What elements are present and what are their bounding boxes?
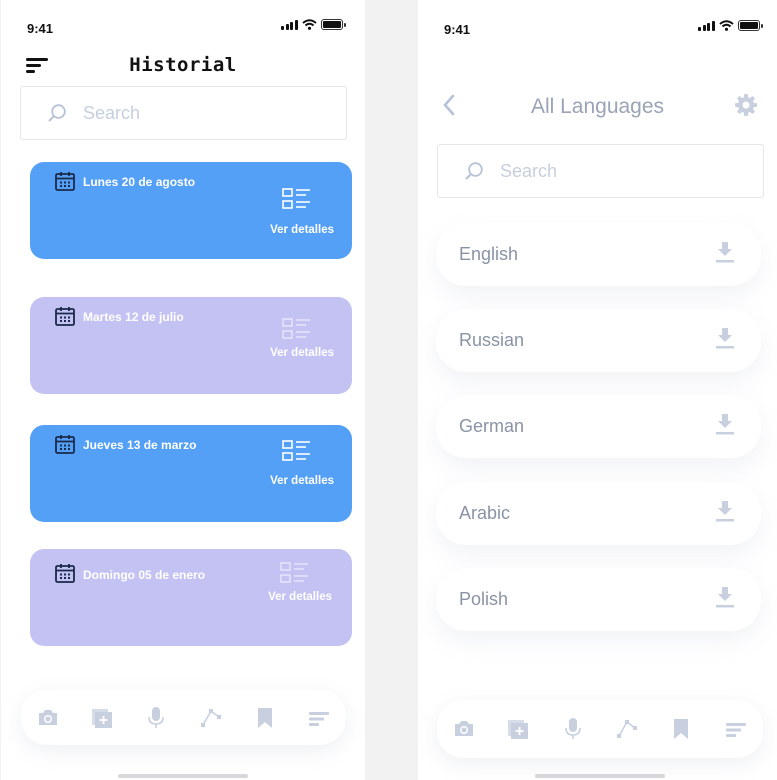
- camera-icon[interactable]: [37, 707, 59, 729]
- microphone-icon[interactable]: [562, 717, 584, 741]
- list-view-icon: [280, 562, 309, 583]
- language-item[interactable]: English: [436, 223, 761, 286]
- vector-pen-icon[interactable]: [199, 707, 222, 729]
- status-time: 9:41: [27, 21, 54, 36]
- details-link[interactable]: Ver detalles: [268, 591, 332, 603]
- details-link[interactable]: Ver detalles: [270, 347, 334, 359]
- language-item[interactable]: Polish: [436, 568, 761, 631]
- search-icon: [48, 104, 66, 122]
- details-link[interactable]: Ver detalles: [270, 475, 334, 487]
- home-indicator: [535, 774, 665, 778]
- microphone-icon[interactable]: [145, 705, 167, 730]
- bottom-tab-bar: [21, 690, 346, 745]
- signal-icon: [698, 20, 715, 31]
- language-item[interactable]: German: [436, 395, 761, 458]
- languages-screen: 9:41 All Languages English Russian: [418, 0, 777, 780]
- language-item[interactable]: Russian: [436, 309, 761, 372]
- historial-screen: 9:41 Historial Lunes 20 de agosto Ver de…: [1, 0, 365, 780]
- bottom-tab-bar: [437, 700, 763, 758]
- text-lines-icon[interactable]: [725, 718, 747, 740]
- vector-pen-icon[interactable]: [616, 718, 638, 740]
- card-date: Domingo 05 de enero: [83, 568, 206, 582]
- add-image-icon[interactable]: [91, 706, 114, 730]
- language-name: German: [459, 416, 525, 436]
- calendar-icon: [55, 171, 75, 191]
- page-title: All Languages: [530, 95, 665, 118]
- language-name: Polish: [459, 589, 509, 609]
- signal-icon: [281, 19, 298, 30]
- wifi-icon: [718, 20, 734, 31]
- history-card[interactable]: Jueves 13 de marzo Ver detalles: [30, 425, 352, 522]
- battery-icon: [320, 19, 346, 30]
- bookmark-icon[interactable]: [254, 706, 276, 730]
- list-view-icon: [282, 188, 311, 209]
- history-card[interactable]: Lunes 20 de agosto Ver detalles: [30, 162, 352, 259]
- status-icons: [281, 19, 346, 30]
- card-date: Jueves 13 de marzo: [83, 438, 197, 452]
- history-card[interactable]: Domingo 05 de enero Ver detalles: [30, 549, 352, 646]
- download-icon[interactable]: [715, 500, 735, 524]
- bookmark-icon[interactable]: [670, 717, 692, 741]
- languages-header: All Languages: [418, 90, 777, 122]
- search-input[interactable]: [500, 160, 763, 182]
- download-icon[interactable]: [715, 413, 735, 437]
- calendar-icon: [55, 434, 75, 454]
- status-icons: [698, 20, 763, 31]
- details-link[interactable]: Ver detalles: [270, 224, 334, 236]
- search-box[interactable]: [437, 144, 764, 198]
- download-icon[interactable]: [715, 241, 735, 265]
- language-name: English: [459, 244, 519, 264]
- battery-icon: [737, 20, 763, 31]
- home-indicator: [118, 774, 248, 778]
- download-icon[interactable]: [715, 327, 735, 351]
- download-icon[interactable]: [715, 586, 735, 610]
- card-date: Martes 12 de julio: [83, 310, 184, 324]
- search-icon: [465, 162, 483, 180]
- text-lines-icon[interactable]: [308, 707, 330, 729]
- calendar-icon: [55, 563, 75, 583]
- history-card[interactable]: Martes 12 de julio Ver detalles: [30, 297, 352, 394]
- search-box[interactable]: [20, 86, 347, 140]
- list-view-icon: [282, 318, 311, 339]
- add-image-icon[interactable]: [507, 717, 530, 741]
- search-input[interactable]: [83, 102, 346, 124]
- card-date: Lunes 20 de agosto: [83, 175, 196, 189]
- wifi-icon: [301, 19, 317, 30]
- calendar-icon: [55, 306, 75, 326]
- camera-icon[interactable]: [453, 718, 475, 740]
- language-item[interactable]: Arabic: [436, 482, 761, 545]
- language-name: Arabic: [459, 503, 511, 523]
- gear-icon[interactable]: [735, 94, 757, 116]
- status-time: 9:41: [444, 22, 471, 37]
- language-name: Russian: [459, 330, 525, 350]
- list-view-icon: [282, 440, 311, 461]
- page-title: Historial: [129, 54, 237, 76]
